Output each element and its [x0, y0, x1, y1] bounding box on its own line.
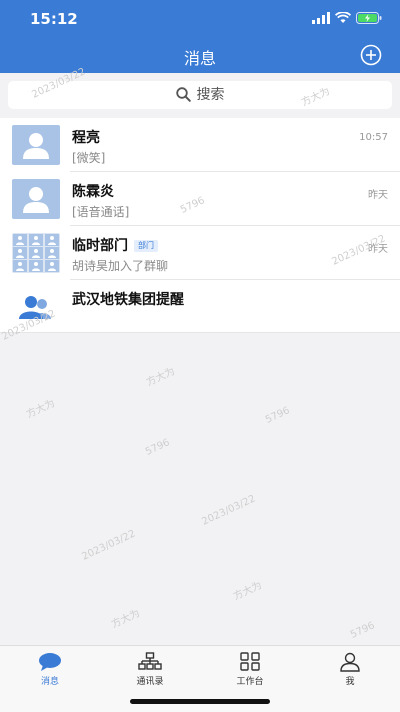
person-avatar-icon: [12, 179, 60, 219]
battery-charging-icon: [356, 12, 382, 24]
conversation-time: 昨天: [368, 244, 388, 255]
wifi-icon: [335, 12, 351, 23]
search-placeholder-row: 搜索: [8, 81, 392, 109]
divider: [0, 332, 400, 333]
tab-contacts[interactable]: 通讯录: [100, 646, 200, 696]
search-icon: [175, 87, 191, 102]
tab-messages[interactable]: 消息: [0, 646, 100, 696]
tab-label: 我: [345, 677, 355, 687]
status-bar: 15:12: [0, 0, 400, 36]
watermark-date: 2023/03/22: [80, 528, 138, 563]
status-icons: [312, 12, 382, 26]
tab-label: 消息: [40, 677, 59, 687]
conversation-item[interactable]: 临时部门 部门 胡诗昊加入了群聊 昨天: [0, 226, 400, 280]
conversation-name: 武汉地铁集团提醒: [72, 292, 184, 308]
watermark-name: 方大为: [144, 365, 177, 389]
home-indicator: [130, 699, 270, 704]
conversation-name: 陈霖炎: [72, 184, 114, 200]
conversation-time: 10:57: [359, 132, 388, 143]
conversation-time: 昨天: [368, 190, 388, 201]
conversation-name: 程亮: [72, 130, 100, 146]
chat-bubble-icon: [39, 653, 61, 671]
tab-me[interactable]: 我: [300, 646, 400, 696]
conversation-list: 程亮 [微笑] 10:57 陈霖炎 [语音通话] 昨天 临时部门 部门 胡诗昊加…: [0, 118, 400, 333]
conversation-name: 临时部门: [72, 238, 128, 254]
conversation-item[interactable]: 程亮 [微笑] 10:57: [0, 118, 400, 172]
grid-apps-icon: [240, 652, 260, 671]
watermark-name: 方大为: [109, 607, 142, 631]
conversation-item[interactable]: 武汉地铁集团提醒: [0, 280, 400, 333]
tab-label: 通讯录: [136, 677, 164, 687]
tab-label: 工作台: [236, 677, 264, 687]
watermark-id: 5796: [143, 437, 172, 458]
person-avatar-icon: [12, 125, 60, 165]
search-bar[interactable]: 搜索: [8, 81, 392, 109]
conversation-preview: [语音通话]: [72, 205, 130, 219]
page-title: 消息: [183, 49, 216, 68]
search-area: 搜索: [0, 73, 400, 118]
signal-icon: [312, 12, 330, 24]
conversation-preview: [微笑]: [72, 151, 106, 165]
conversation-preview: 胡诗昊加入了群聊: [72, 259, 169, 273]
people-icon: [12, 287, 60, 327]
org-chart-icon: [138, 652, 162, 670]
watermark-name: 方大为: [231, 579, 264, 603]
watermark-date: 2023/03/22: [200, 493, 258, 528]
conversation-item[interactable]: 陈霖炎 [语音通话] 昨天: [0, 172, 400, 226]
watermark-name: 方大为: [24, 397, 57, 421]
conversation-name-row: 临时部门 部门: [72, 235, 158, 255]
add-circle-icon[interactable]: [360, 44, 382, 66]
search-placeholder: 搜索: [196, 87, 225, 103]
department-badge: 部门: [134, 240, 158, 252]
watermark-id: 5796: [263, 405, 292, 426]
group-grid-avatar-icon: [12, 233, 60, 273]
person-icon: [340, 652, 360, 672]
app-header: 15:12 消息: [0, 0, 400, 73]
watermark-id: 5796: [348, 620, 377, 641]
status-time: 15:12: [30, 10, 78, 28]
tab-workbench[interactable]: 工作台: [200, 646, 300, 696]
